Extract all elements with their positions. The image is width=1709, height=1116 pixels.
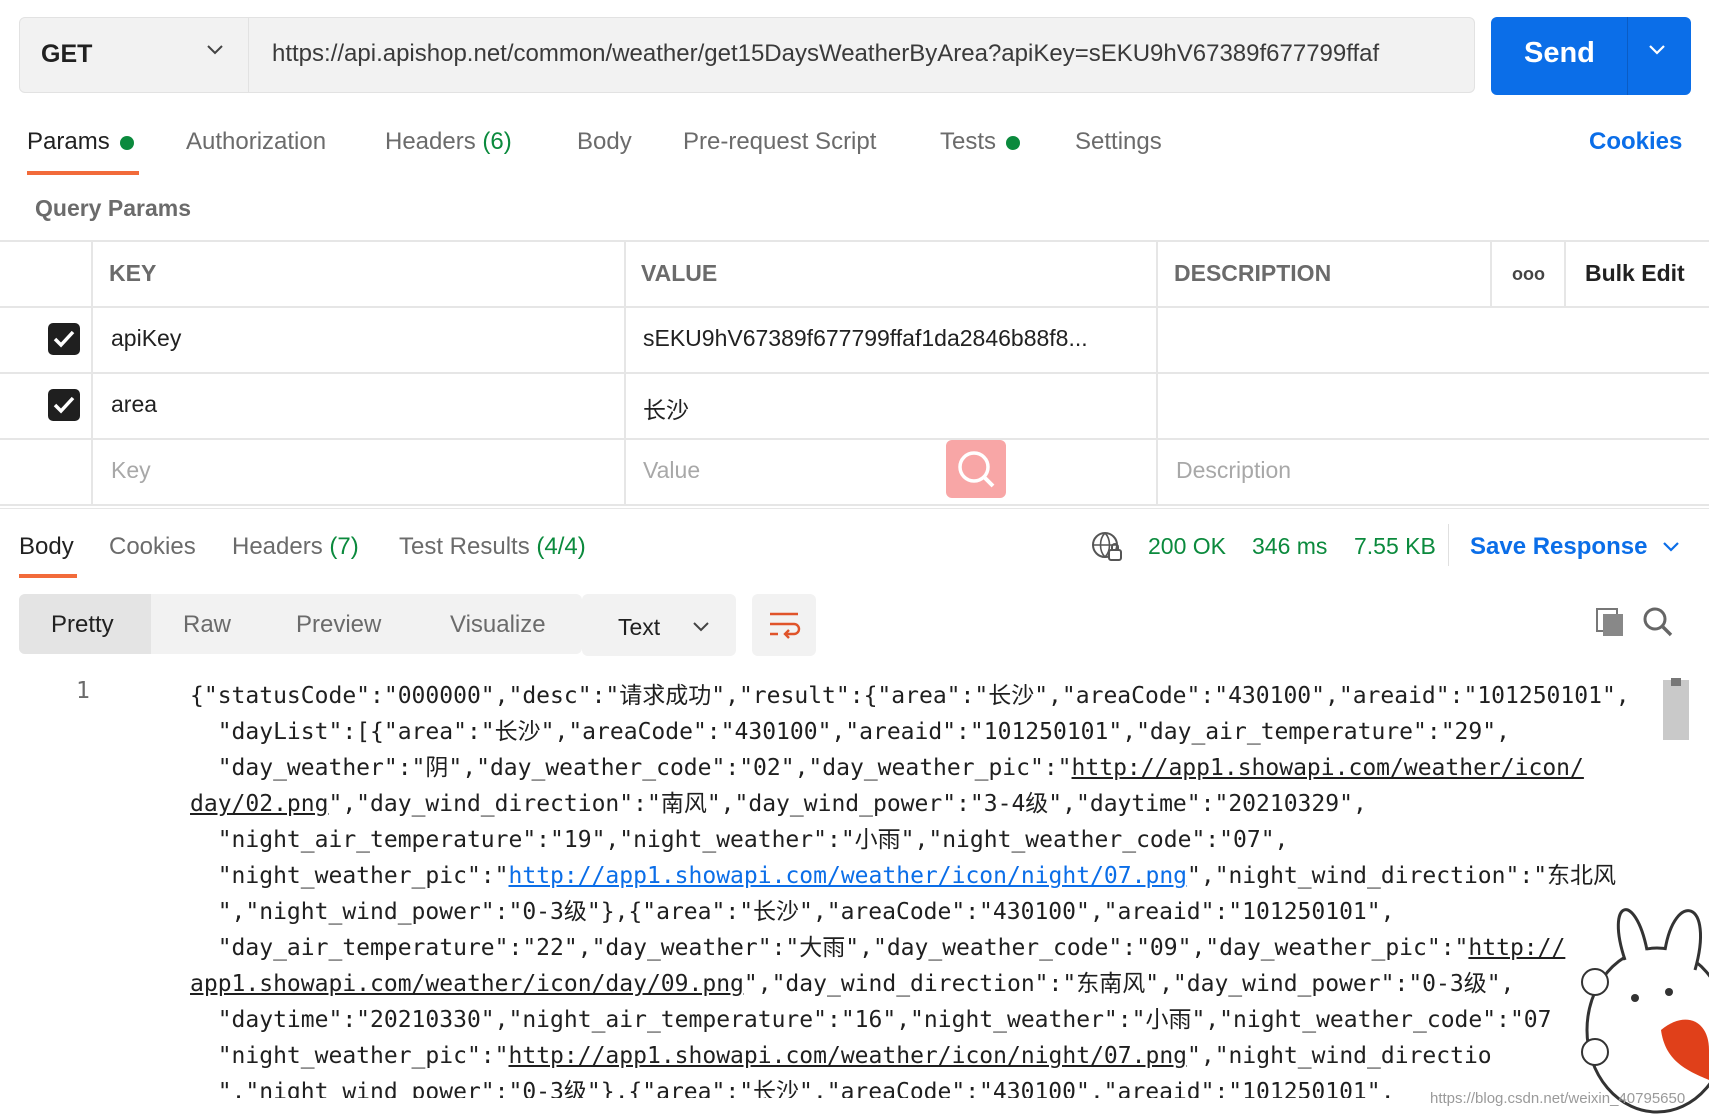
code-link[interactable]: http://app1.showapi.com/weather/icon/nig… — [509, 863, 1188, 889]
more-options-icon[interactable]: ooo — [1512, 264, 1545, 285]
code-line: "dayList":[{"area":"长沙","areaCode":"4301… — [190, 719, 1510, 745]
send-divider — [1627, 17, 1628, 95]
code-link[interactable]: http://app1.showapi.com/weather/icon/nig… — [509, 1043, 1188, 1069]
table-border — [91, 240, 93, 506]
response-tab-body[interactable]: Body — [19, 533, 74, 561]
code-link[interactable]: http://app1.showapi.com/weather/icon/ — [1072, 755, 1584, 781]
table-border — [0, 372, 1709, 374]
checkbox-checked-icon[interactable] — [48, 389, 80, 421]
active-tab-indicator — [19, 574, 77, 578]
zoom-overlay-button[interactable] — [946, 440, 1006, 498]
column-key: KEY — [109, 260, 157, 286]
cookies-link[interactable]: Cookies — [1589, 128, 1682, 156]
scrollbar-cap — [1671, 678, 1681, 686]
chevron-down-icon[interactable] — [1662, 540, 1680, 558]
save-response-button[interactable]: Save Response — [1470, 533, 1647, 561]
table-border — [0, 438, 1709, 440]
response-tab-cookies[interactable]: Cookies — [109, 533, 196, 561]
chevron-down-icon[interactable] — [692, 620, 710, 638]
rabbit-mascot-icon — [1581, 908, 1709, 1114]
line-number: 1 — [76, 678, 90, 704]
tab-prerequest-script[interactable]: Pre-request Script — [683, 128, 876, 156]
wrap-lines-button[interactable] — [752, 594, 816, 656]
response-tab-headers[interactable]: Headers (7) — [232, 533, 359, 561]
wrap-lines-icon — [770, 612, 801, 639]
code-line: "day_weather":"阴","day_weather_code":"02… — [190, 755, 1584, 781]
code-line: "night_weather_pic":"http://app1.showapi… — [190, 863, 1617, 889]
code-link[interactable]: app1.showapi.com/weather/icon/day/09.png — [190, 971, 744, 997]
value-input[interactable]: Value — [643, 457, 700, 484]
description-input[interactable]: Description — [1176, 457, 1291, 484]
param-value[interactable]: 长沙 — [643, 391, 689, 425]
chevron-down-icon[interactable] — [206, 43, 224, 61]
code-line: {"statusCode":"000000","desc":"请求成功","re… — [190, 683, 1630, 709]
table-border — [1156, 240, 1158, 506]
table-border — [0, 306, 1709, 308]
tab-params[interactable]: Params — [27, 128, 134, 156]
method-label: GET — [41, 40, 93, 68]
column-value: VALUE — [641, 260, 718, 286]
param-value[interactable]: sEKU9hV67389f677799ffaf1da2846b88f8... — [643, 325, 1088, 352]
response-tab-test-results[interactable]: Test Results (4/4) — [399, 533, 586, 561]
url-text[interactable]: https://api.apishop.net/common/weather/g… — [272, 40, 1467, 68]
divider — [1448, 524, 1449, 566]
tab-settings[interactable]: Settings — [1075, 128, 1162, 156]
response-headers-count: (7) — [329, 533, 359, 560]
code-line: "daytime":"20210330","night_air_temperat… — [190, 1007, 1552, 1033]
code-line: "day_air_temperature":"22","day_weather"… — [190, 935, 1566, 961]
send-button-label[interactable]: Send — [1524, 37, 1595, 70]
tab-body[interactable]: Body — [577, 128, 632, 156]
test-results-count: (4/4) — [536, 533, 586, 560]
query-params-title: Query Params — [35, 195, 191, 221]
key-input[interactable]: Key — [111, 457, 151, 484]
param-key[interactable]: area — [111, 391, 157, 418]
code-line: "night_air_temperature":"19","night_weat… — [190, 827, 1289, 853]
watermark-text: https://blog.csdn.net/weixin_40795650 — [1430, 1090, 1686, 1107]
response-body-code[interactable]: {"statusCode":"000000","desc":"请求成功","re… — [190, 678, 1655, 1110]
globe-lock-icon[interactable] — [1090, 530, 1124, 569]
format-label[interactable]: Text — [618, 614, 660, 641]
headers-count: (6) — [482, 128, 512, 155]
view-visualize[interactable]: Visualize — [450, 611, 546, 639]
status-dot-icon — [119, 135, 134, 150]
response-time: 346 ms — [1252, 533, 1328, 559]
param-key[interactable]: apiKey — [111, 325, 181, 352]
checkbox-checked-icon[interactable] — [48, 323, 80, 355]
code-link[interactable]: day/02.png — [190, 791, 328, 817]
column-description: DESCRIPTION — [1174, 260, 1332, 286]
view-pretty[interactable]: Pretty — [51, 611, 114, 639]
response-size: 7.55 KB — [1354, 533, 1436, 559]
code-line: day/02.png","day_wind_direction":"南风","d… — [190, 791, 1367, 817]
status-dot-icon — [1006, 135, 1021, 150]
tab-tests[interactable]: Tests — [940, 128, 1021, 156]
table-border — [0, 240, 1709, 242]
table-border — [1490, 240, 1492, 306]
code-line: "night_weather_pic":"http://app1.showapi… — [190, 1043, 1492, 1069]
search-icon[interactable] — [1642, 606, 1674, 643]
table-border — [624, 240, 626, 506]
table-border — [1564, 240, 1566, 306]
bulk-edit-button[interactable]: Bulk Edit — [1585, 260, 1685, 287]
status-code: 200 OK — [1148, 533, 1226, 559]
code-link[interactable]: http:// — [1468, 935, 1565, 961]
scrollbar-thumb[interactable] — [1663, 680, 1689, 740]
copy-icon[interactable] — [1594, 606, 1626, 643]
view-preview[interactable]: Preview — [296, 611, 381, 639]
view-raw[interactable]: Raw — [183, 611, 231, 639]
response-divider — [0, 508, 1709, 509]
table-border — [0, 504, 1709, 506]
code-line: app1.showapi.com/weather/icon/day/09.png… — [190, 971, 1515, 997]
chevron-down-icon[interactable] — [1648, 43, 1666, 61]
code-line: ","night_wind_power":"0-3级"},{"area":"长沙… — [190, 899, 1395, 925]
active-tab-indicator — [27, 171, 139, 175]
tab-authorization[interactable]: Authorization — [186, 128, 326, 156]
tab-headers[interactable]: Headers (6) — [385, 128, 512, 156]
